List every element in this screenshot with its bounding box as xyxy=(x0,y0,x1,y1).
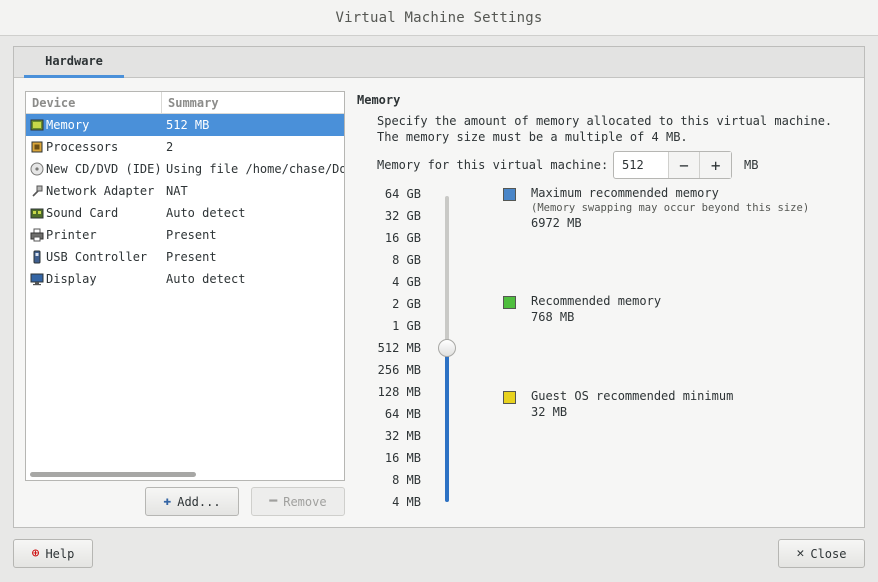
close-button-label: Close xyxy=(810,546,847,561)
device-row-memory[interactable]: Memory 512 MB xyxy=(26,114,344,136)
settings-notebook: Hardware Device Summary Memory 512 MB Pr… xyxy=(13,46,865,528)
column-header-device[interactable]: Device xyxy=(26,92,162,113)
scale-label: 4 GB xyxy=(392,275,421,289)
scale-label: 2 GB xyxy=(392,297,421,311)
device-row-sound-card[interactable]: Sound Card Auto detect xyxy=(26,202,344,224)
scale-label: 64 MB xyxy=(384,407,421,421)
minus-icon: ━ xyxy=(269,494,278,509)
memory-slider-fill xyxy=(445,348,449,502)
column-header-summary[interactable]: Summary xyxy=(162,92,344,113)
device-name: New CD/DVD (IDE) xyxy=(46,162,162,176)
device-summary: 512 MB xyxy=(166,118,210,132)
device-row-network-adapter[interactable]: Network Adapter NAT xyxy=(26,180,344,202)
tab-bar: Hardware xyxy=(14,47,864,78)
legend-value: 6972 MB xyxy=(531,216,582,230)
device-list-header: Device Summary xyxy=(26,92,344,114)
device-row-display[interactable]: Display Auto detect xyxy=(26,268,344,290)
green-square-icon xyxy=(503,296,516,309)
scale-label: 16 MB xyxy=(384,451,421,465)
usb-controller-icon xyxy=(33,250,41,264)
device-row-usb-controller[interactable]: USB Controller Present xyxy=(26,246,344,268)
printer-icon xyxy=(30,228,44,242)
device-name: Memory xyxy=(46,118,90,132)
memory-description: Specify the amount of memory allocated t… xyxy=(377,114,833,144)
remove-device-button[interactable]: ━ Remove xyxy=(251,487,345,516)
device-summary: Auto detect xyxy=(166,272,246,286)
device-summary: Present xyxy=(166,228,217,242)
legend-value: 32 MB xyxy=(531,405,568,419)
minus-icon: − xyxy=(679,155,689,175)
device-name: Printer xyxy=(46,228,97,242)
tab-hardware[interactable]: Hardware xyxy=(24,47,124,78)
memory-icon xyxy=(30,119,44,131)
device-row-cd-dvd[interactable]: New CD/DVD (IDE) Using file /home/chase/… xyxy=(26,158,344,180)
add-button-label: Add... xyxy=(177,494,221,509)
device-summary: Present xyxy=(166,250,217,264)
device-row-processors[interactable]: Processors 2 xyxy=(26,136,344,158)
memory-value-input[interactable]: 512 xyxy=(614,152,668,178)
close-button[interactable]: ✕ Close xyxy=(778,539,865,568)
title-bar: Virtual Machine Settings xyxy=(0,0,878,36)
device-name: Processors xyxy=(46,140,119,154)
device-row-printer[interactable]: Printer Present xyxy=(26,224,344,246)
add-device-button[interactable]: ✚ Add... xyxy=(145,487,239,516)
window-title: Virtual Machine Settings xyxy=(335,9,543,26)
scale-label: 8 MB xyxy=(392,473,421,487)
processor-icon xyxy=(31,141,43,153)
decrement-button[interactable]: − xyxy=(667,152,700,178)
plus-icon: + xyxy=(710,155,721,175)
network-adapter-icon xyxy=(32,185,43,197)
help-icon: ⊕ xyxy=(31,546,40,561)
legend-note: (Memory swapping may occur beyond this s… xyxy=(531,202,810,214)
help-button-label: Help xyxy=(45,546,75,561)
scale-label: 512 MB xyxy=(377,341,421,355)
scale-label: 64 GB xyxy=(384,187,421,201)
memory-scale-labels: 64 GB 32 GB 16 GB 8 GB 4 GB 2 GB 1 GB 512 MB 256… xyxy=(369,186,421,516)
increment-button[interactable]: + xyxy=(699,152,732,178)
legend-title: Guest OS recommended minimum xyxy=(531,389,734,403)
horizontal-scrollbar[interactable] xyxy=(30,472,196,477)
close-icon: ✕ xyxy=(796,546,805,561)
legend-value: 768 MB xyxy=(531,310,575,324)
yellow-square-icon xyxy=(503,391,516,404)
device-name: Sound Card xyxy=(46,206,119,220)
scale-label: 128 MB xyxy=(377,385,421,399)
device-summary: NAT xyxy=(166,184,188,198)
scale-label: 32 GB xyxy=(384,209,421,223)
display-icon xyxy=(30,273,44,286)
scale-label: 1 GB xyxy=(392,319,421,333)
memory-spinbox[interactable]: 512 − + xyxy=(613,151,732,179)
memory-unit-label: MB xyxy=(744,158,759,172)
help-button[interactable]: ⊕ Help xyxy=(13,539,93,568)
remove-button-label: Remove xyxy=(283,494,327,509)
sound-card-icon xyxy=(30,208,44,219)
memory-section-title: Memory xyxy=(357,93,401,107)
device-list: Device Summary Memory 512 MB Processors … xyxy=(25,91,345,481)
device-name: USB Controller xyxy=(46,250,148,264)
scale-label: 32 MB xyxy=(384,429,421,443)
device-name: Network Adapter xyxy=(46,184,155,198)
plus-icon: ✚ xyxy=(163,494,172,509)
device-summary: 2 xyxy=(166,140,174,154)
scale-label: 4 MB xyxy=(392,495,421,509)
device-summary: Using file /home/chase/Dow xyxy=(166,162,344,176)
legend-title: Recommended memory xyxy=(531,294,662,308)
cd-dvd-icon xyxy=(30,162,44,176)
scale-label: 16 GB xyxy=(384,231,421,245)
legend-title: Maximum recommended memory xyxy=(531,186,719,200)
scale-label: 8 GB xyxy=(392,253,421,267)
device-summary: Auto detect xyxy=(166,206,246,220)
scale-label: 256 MB xyxy=(377,363,421,377)
device-name: Display xyxy=(46,272,97,286)
blue-square-icon xyxy=(503,188,516,201)
memory-slider-handle[interactable] xyxy=(438,339,456,357)
memory-field-label: Memory for this virtual machine: xyxy=(377,158,609,172)
